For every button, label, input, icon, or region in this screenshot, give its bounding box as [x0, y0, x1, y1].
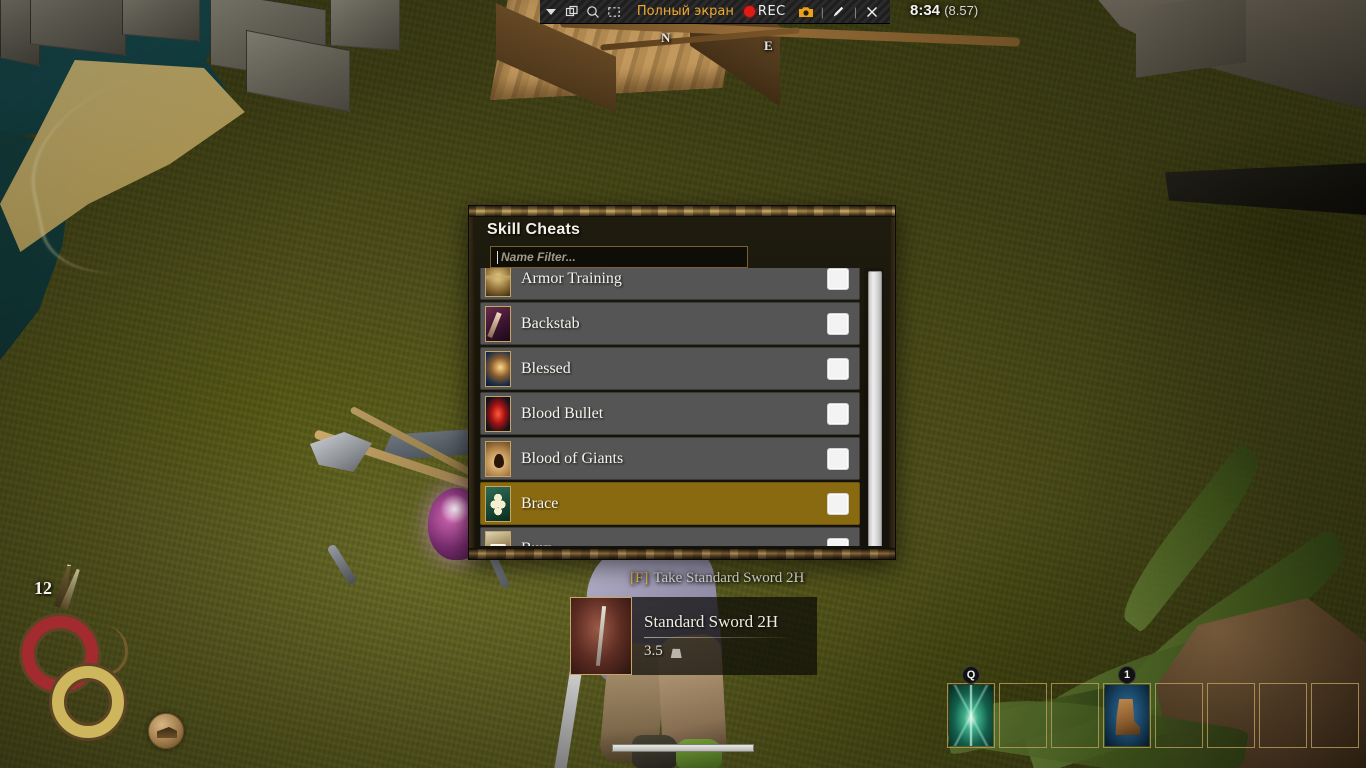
skill-name: Burn	[521, 540, 553, 547]
page-title: Skill Cheats	[487, 221, 581, 238]
skill-row[interactable]: Armor Training	[480, 268, 860, 300]
skill-checkbox[interactable]	[827, 537, 849, 546]
recorder-mode-label: Полный экран	[636, 4, 734, 19]
skill-checkbox[interactable]	[827, 402, 849, 425]
pickup-action-label: Take Standard Sword 2H	[653, 570, 805, 586]
panel-right-frame	[889, 217, 895, 548]
item-tooltip-card: Standard Sword 2H 3.5	[570, 597, 817, 675]
clock-fps: (8.57)	[944, 3, 979, 18]
skill-row[interactable]: Backstab	[480, 302, 860, 345]
text-caret	[497, 250, 498, 264]
weight-icon	[670, 648, 682, 658]
skill-icon	[485, 395, 511, 432]
item-thumbnail	[570, 597, 632, 675]
pickup-key-hint: [F]	[630, 570, 649, 586]
skill-icon	[485, 440, 511, 477]
skill-list-viewport: Armor Training Backstab Blessed Blood Bulle…	[480, 268, 860, 546]
skill-checkbox[interactable]	[827, 492, 849, 515]
skill-name: Blessed	[521, 359, 571, 377]
item-weight-value: 3.5	[644, 643, 663, 659]
compass-east-marker: E	[764, 38, 773, 53]
skill-row[interactable]: Blood of Giants	[480, 437, 860, 480]
game-screen: N E Полный экран REC | | 8:34 (8.57) Ski…	[0, 0, 1366, 768]
panel-bottom-frame	[469, 548, 895, 559]
item-name: Standard Sword 2H	[644, 612, 779, 631]
arrow-count-label: 12	[34, 578, 52, 598]
pickup-prompt: [F] Take Standard Sword 2H	[630, 570, 804, 587]
screen-recorder-toolbar[interactable]: Полный экран REC | |	[540, 0, 890, 24]
hotbar-key-badge: Q	[962, 666, 980, 684]
skill-list-area: Armor Training Backstab Blessed Blood Bulle…	[480, 268, 884, 546]
skill-name: Blood of Giants	[521, 449, 624, 467]
magnifier-icon[interactable]	[582, 0, 603, 24]
craft-icon[interactable]	[148, 713, 184, 749]
record-status-label: REC	[757, 4, 786, 19]
skill-checkbox[interactable]	[827, 268, 849, 290]
center-progress-bar	[612, 744, 754, 752]
skill-list: Armor Training Backstab Blessed Blood Bulle…	[480, 268, 860, 546]
hotbar-slot-5[interactable]	[1155, 683, 1203, 748]
hotbar-slot-2[interactable]	[999, 683, 1047, 748]
panel-top-frame	[469, 206, 895, 217]
player-hud: 12	[0, 568, 210, 768]
region-select-icon[interactable]	[604, 0, 625, 24]
close-icon[interactable]	[860, 0, 884, 24]
skill-checkbox[interactable]	[827, 357, 849, 380]
game-clock: 8:34 (8.57)	[910, 2, 978, 19]
pencil-icon[interactable]	[827, 0, 851, 24]
compass-north-marker: N	[661, 30, 671, 45]
toolbar-separator: |	[820, 4, 824, 19]
skill-icon	[485, 530, 511, 546]
skill-row[interactable]: Blessed	[480, 347, 860, 390]
hotbar-slot-3[interactable]	[1051, 683, 1099, 748]
skill-list-scrollbar[interactable]	[864, 268, 884, 546]
skill-icon	[485, 268, 511, 297]
stamina-ring	[52, 666, 124, 738]
skill-row[interactable]: Burn	[480, 527, 860, 546]
toolbar-separator: |	[853, 4, 857, 19]
hotbar-key-badge: 1	[1118, 666, 1136, 684]
record-status-dot	[743, 6, 755, 17]
skill-name: Brace	[521, 494, 559, 512]
hotbar-slot-1[interactable]: 1	[1103, 666, 1151, 748]
recorder-actions: REC | |	[743, 0, 890, 24]
panel-left-frame	[469, 217, 475, 548]
window-icon[interactable]	[561, 0, 582, 24]
item-info: Standard Sword 2H 3.5	[632, 597, 817, 675]
skill-icon	[485, 485, 511, 522]
skill-name: Armor Training	[521, 269, 622, 287]
name-filter-placeholder: Name Filter...	[501, 250, 576, 264]
hotbar-item-icon	[1105, 685, 1149, 746]
hotbar-slot-6[interactable]	[1207, 683, 1255, 748]
divider	[644, 637, 795, 638]
skill-icon	[485, 305, 511, 342]
name-filter-input[interactable]: Name Filter...	[490, 246, 748, 268]
hotbar-slot-q[interactable]: Q	[947, 666, 995, 748]
chevron-down-icon[interactable]	[540, 0, 561, 24]
hotbar-slot-7[interactable]	[1259, 683, 1307, 748]
clock-time: 8:34	[910, 2, 941, 19]
skill-checkbox[interactable]	[827, 312, 849, 335]
hotbar[interactable]: Q1	[947, 666, 1363, 748]
skill-row[interactable]: Blood Bullet	[480, 392, 860, 435]
skill-checkbox[interactable]	[827, 447, 849, 470]
scrollbar-thumb[interactable]	[868, 271, 882, 546]
camera-icon[interactable]	[794, 0, 818, 24]
item-weight-row: 3.5	[644, 643, 795, 660]
hotbar-slot-8[interactable]	[1311, 683, 1359, 748]
skill-cheats-panel[interactable]: Skill Cheats Name Filter... Armor Traini…	[468, 205, 896, 560]
hotbar-item-icon	[949, 685, 993, 746]
skill-name: Backstab	[521, 314, 580, 332]
skill-icon	[485, 350, 511, 387]
skill-row[interactable]: Brace	[480, 482, 860, 525]
skill-name: Blood Bullet	[521, 404, 604, 422]
